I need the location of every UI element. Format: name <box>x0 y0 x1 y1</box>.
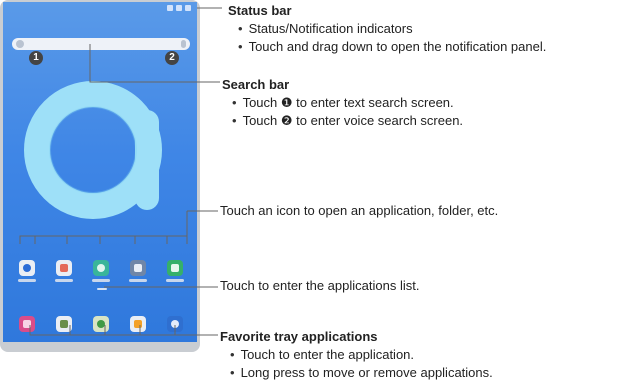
search-bar-annotation: Search bar Touch ❶ to enter text search … <box>222 76 463 130</box>
favorite-tray-bullet-1: Touch to enter the application. <box>220 346 493 364</box>
search-bar-bullet-2: Touch ❷ to enter voice search screen. <box>222 112 464 130</box>
icon-note: Touch an icon to open an application, fo… <box>220 203 499 218</box>
status-bar-title: Status bar <box>228 3 292 18</box>
app-list-note: Touch to enter the applications list. <box>220 278 420 293</box>
search-bar-title: Search bar <box>222 77 290 92</box>
search-bar-bullet-1: Touch ❶ to enter text search screen. <box>222 94 463 112</box>
status-bar-bullet-2: Touch and drag down to open the notifica… <box>228 38 547 56</box>
status-bar-annotation: Status bar Status/Notification indicator… <box>228 2 546 56</box>
favorite-tray-title: Favorite tray applications <box>220 329 378 344</box>
favorite-tray-annotation: Favorite tray applications Touch to ente… <box>220 328 493 382</box>
status-bar-bullet-1: Status/Notification indicators <box>228 20 546 38</box>
favorite-tray-bullet-2: Long press to move or remove application… <box>220 364 493 382</box>
